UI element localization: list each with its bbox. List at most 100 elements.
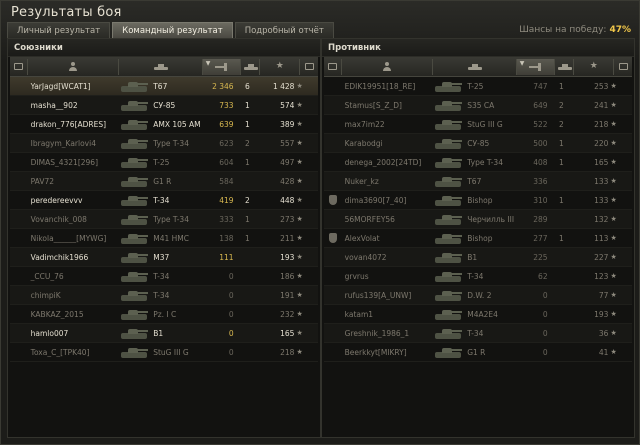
tank-silhouette-icon	[434, 157, 462, 168]
damage-value: 604	[219, 157, 234, 167]
player-row[interactable]: peredereevvv T-34 419 2 448 ★	[10, 191, 318, 210]
tank-image	[432, 287, 463, 304]
player-row[interactable]: PAV72 G1 R 584 428 ★	[10, 172, 318, 191]
player-row[interactable]: Vovanchik_008 Type T-34 333 1 273 ★	[10, 210, 318, 229]
sort-vehicle-type[interactable]	[10, 58, 28, 75]
sort-frags[interactable]	[241, 58, 261, 75]
player-name[interactable]: Karabodgi	[342, 139, 432, 148]
player-row[interactable]: vovan4072 B1 225 227 ★	[324, 248, 632, 267]
player-row[interactable]: EDIK19951[18_RE] T-25 747 1 253 ★	[324, 77, 632, 96]
sort-tank[interactable]	[119, 58, 203, 75]
player-row[interactable]: denega_2002[24TD] Type T-34 408 1 165 ★	[324, 153, 632, 172]
player-name[interactable]: chimpiK	[28, 291, 118, 300]
player-name[interactable]: YarJagd[WCAT1]	[28, 82, 118, 91]
player-name[interactable]: max7im22	[342, 120, 432, 129]
sort-player[interactable]	[28, 58, 120, 75]
player-row[interactable]: Greshnik_1986_1 T-34 0 36 ★	[324, 324, 632, 343]
player-row[interactable]: Toxa_C_[TPK40] StuG III G 0 218 ★	[10, 343, 318, 362]
player-row[interactable]: DIMAS_4321[296] T-25 604 1 497 ★	[10, 153, 318, 172]
player-name[interactable]: grvrus	[342, 272, 432, 281]
player-name[interactable]: DIMAS_4321[296]	[28, 158, 118, 167]
xp-value: 193	[280, 252, 295, 262]
tank-silhouette-icon	[120, 214, 148, 225]
player-name[interactable]: Stamus[S_Z_D]	[342, 101, 432, 110]
player-name[interactable]: dima3690[7_40]	[342, 196, 432, 205]
tank-name: Type T-34	[467, 157, 503, 167]
player-row[interactable]: Karabodgi СУ-85 500 1 220 ★	[324, 134, 632, 153]
sort-player[interactable]	[342, 58, 434, 75]
shield-icon	[328, 233, 337, 243]
tab-detailed[interactable]: Подробный отчёт	[234, 22, 334, 38]
tank-silhouette-icon	[434, 347, 462, 358]
sort-damage[interactable]: ▼	[516, 58, 555, 75]
player-row[interactable]: Beerkkyt[MIKRY] G1 R 0 41 ★	[324, 343, 632, 362]
sort-vehicle-type[interactable]	[324, 58, 342, 75]
xp-value: 389	[280, 119, 295, 129]
tab-personal[interactable]: Личный результат	[7, 22, 111, 38]
player-row[interactable]: Nuker_kz T67 336 133 ★	[324, 172, 632, 191]
player-name[interactable]: peredereevvv	[28, 196, 118, 205]
xp-value: 220	[594, 138, 609, 148]
player-name[interactable]: rufus139[A_UNW]	[342, 291, 432, 300]
player-row[interactable]: max7im22 StuG III G 522 2 218 ★	[324, 115, 632, 134]
player-row[interactable]: drakon_776[ADRES] AMX 105 AM 639 1 389 ★	[10, 115, 318, 134]
tank-name: D.W. 2	[467, 290, 492, 300]
player-name[interactable]: EDIK19951[18_RE]	[342, 82, 432, 91]
tank-name: T-25	[153, 157, 170, 167]
tank-name: M41 HMC	[153, 233, 189, 243]
damage-value: 289	[533, 214, 548, 224]
sort-frags[interactable]	[555, 58, 575, 75]
player-row[interactable]: _CCU_76 T-34 0 186 ★	[10, 267, 318, 286]
player-row[interactable]: Stamus[S_Z_D] S35 CA 649 2 241 ★	[324, 96, 632, 115]
player-name[interactable]: Vovanchik_008	[28, 215, 118, 224]
player-row[interactable]: chimpiK T-34 0 191 ★	[10, 286, 318, 305]
player-row[interactable]: masha__902 СУ-85 733 1 574 ★	[10, 96, 318, 115]
player-name[interactable]: Greshnik_1986_1	[342, 329, 432, 338]
player-row[interactable]: rufus139[A_UNW] D.W. 2 0 77 ★	[324, 286, 632, 305]
player-name[interactable]: Nikola______[MYWG]	[28, 234, 118, 243]
player-name[interactable]: Ibragym_Karlovi4	[28, 139, 118, 148]
player-name[interactable]: Beerkkyt[MIKRY]	[342, 348, 432, 357]
tank-silhouette-icon	[120, 309, 148, 320]
player-name[interactable]: AlexVolat	[342, 234, 432, 243]
player-name[interactable]: denega_2002[24TD]	[342, 158, 432, 167]
player-name[interactable]: 56MORFEY56	[342, 215, 432, 224]
player-row[interactable]: 56MORFEY56 Черчилль III 289 132 ★	[324, 210, 632, 229]
player-name[interactable]: drakon_776[ADRES]	[28, 120, 118, 129]
sort-damage[interactable]: ▼	[202, 58, 241, 75]
player-row[interactable]: katam1 M4A2E4 0 193 ★	[324, 305, 632, 324]
player-name[interactable]: masha__902	[28, 101, 118, 110]
player-name[interactable]: vovan4072	[342, 253, 432, 262]
tank-image	[118, 97, 149, 114]
player-row[interactable]: AlexVolat Bishop 277 1 113 ★	[324, 229, 632, 248]
sort-xp[interactable]: ★	[574, 58, 615, 75]
player-row[interactable]: Vadimchik1966 M37 111 193 ★	[10, 248, 318, 267]
xp-value: 41	[598, 347, 609, 357]
xp-value: 191	[280, 290, 295, 300]
player-name[interactable]: Toxa_C_[TPK40]	[28, 348, 118, 357]
sort-medal[interactable]	[300, 59, 318, 75]
player-name[interactable]: katam1	[342, 310, 432, 319]
xp-value: 1 428	[272, 81, 295, 91]
player-name[interactable]: Vadimchik1966	[28, 253, 118, 262]
player-row[interactable]: Ibragym_Karlovi4 Type T-34 623 2 557 ★	[10, 134, 318, 153]
tank-name: T67	[153, 81, 168, 91]
sort-medal[interactable]	[614, 59, 632, 75]
star-icon: ★	[610, 196, 617, 204]
player-row[interactable]: hamlo007 B1 0 165 ★	[10, 324, 318, 343]
sort-tank[interactable]	[433, 58, 517, 75]
player-row[interactable]: YarJagd[WCAT1] T67 2 346 6 1 428 ★	[10, 77, 318, 96]
player-name[interactable]: hamlo007	[28, 329, 118, 338]
player-row[interactable]: KABKAZ_2015 Pz. I C 0 232 ★	[10, 305, 318, 324]
sort-xp[interactable]: ★	[260, 58, 301, 75]
player-name[interactable]: KABKAZ_2015	[28, 310, 118, 319]
tab-team[interactable]: Командный результат	[112, 22, 233, 38]
player-row[interactable]: grvrus T-34 62 123 ★	[324, 267, 632, 286]
player-name[interactable]: Nuker_kz	[342, 177, 432, 186]
player-row[interactable]: dima3690[7_40] Bishop 310 1 133 ★	[324, 191, 632, 210]
tank-name: T-34	[153, 195, 170, 205]
player-name[interactable]: _CCU_76	[28, 272, 118, 281]
tank-name: T-34	[153, 271, 170, 281]
player-name[interactable]: PAV72	[28, 177, 118, 186]
player-row[interactable]: Nikola______[MYWG] M41 HMC 138 1 211 ★	[10, 229, 318, 248]
